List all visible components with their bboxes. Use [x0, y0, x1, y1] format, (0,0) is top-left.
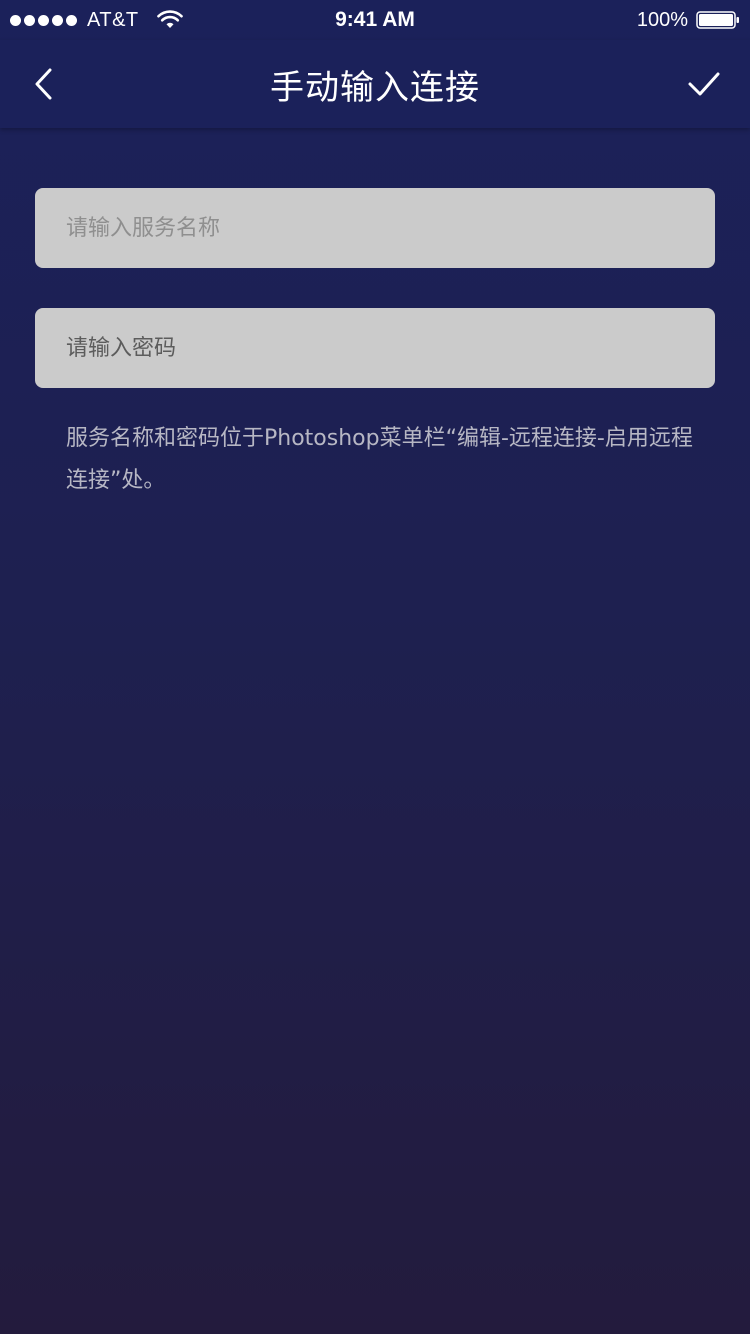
battery-percentage: 100% — [636, 8, 688, 31]
service-name-input[interactable] — [35, 188, 715, 268]
back-button[interactable] — [22, 62, 66, 106]
hint-text: 服务名称和密码位于Photoshop菜单栏“编辑-远程连接-启用远程连接”处。 — [66, 426, 693, 493]
password-input[interactable] — [35, 308, 715, 388]
status-bar: AT&T 9:41 AM 100% — [0, 0, 750, 40]
nav-bar: 手动输入连接 — [0, 40, 750, 128]
checkmark-icon — [688, 72, 720, 96]
page-title: 手动输入连接 — [270, 67, 480, 108]
chevron-left-icon — [35, 68, 52, 100]
status-right: 100% — [637, 0, 740, 40]
battery-icon — [696, 10, 740, 30]
confirm-button[interactable] — [682, 62, 726, 106]
